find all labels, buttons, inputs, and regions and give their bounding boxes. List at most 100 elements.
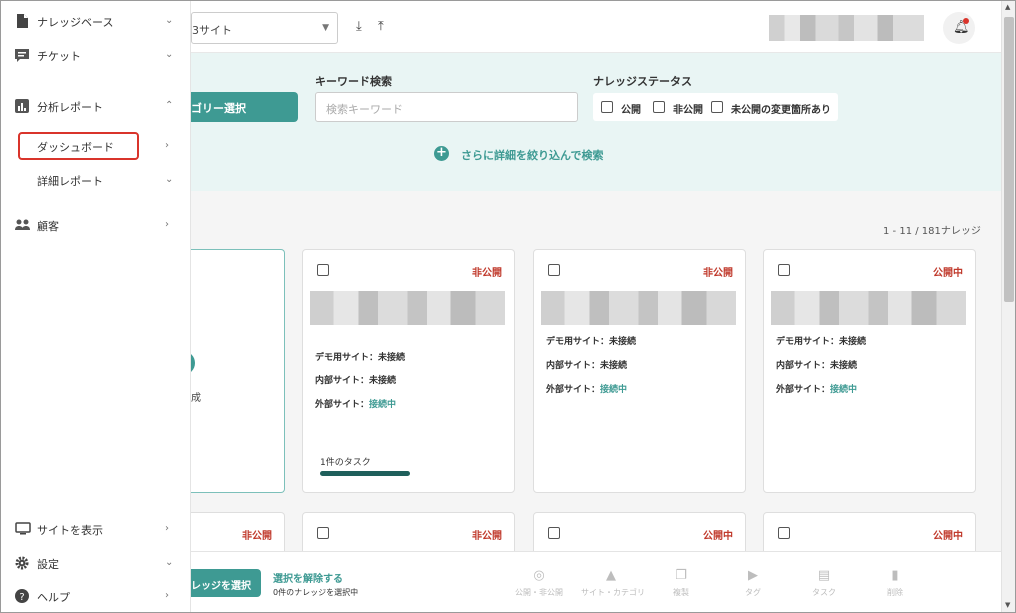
chevron-right-icon: › xyxy=(165,523,169,534)
vertical-scrollbar[interactable]: ▲ ▼ xyxy=(1001,1,1015,612)
sidebar-item-detail-report[interactable]: 詳細レポート ⌄ xyxy=(1,165,191,195)
app-window: 3サイト ▼ ⤓ ⤒ 🔔︎ ゴリー選択 キーワード検索 検索キーワード ナレッジ… xyxy=(0,0,1016,613)
download-icon[interactable]: ⤓ xyxy=(356,19,362,34)
sidebar-menu: ナレッジベース ⌄ チケット ⌄ 分析レポート ⌃ ダッシュボード › 詳細レポ… xyxy=(1,1,191,612)
sidebar-item-settings[interactable]: 設定 ⌄ xyxy=(1,548,191,578)
status-public-label: 公開 xyxy=(621,105,641,116)
delete-action[interactable]: ▮ 削除 xyxy=(865,568,925,598)
select-knowledge-button[interactable]: レッジを選択 xyxy=(191,569,261,597)
card-checkbox[interactable] xyxy=(778,264,790,276)
action-label: サイト・カテゴリ xyxy=(581,588,645,597)
ticket-icon xyxy=(15,48,29,62)
status-badge: 非公開 xyxy=(472,268,502,279)
keyword-label: キーワード検索 xyxy=(315,75,392,88)
help-icon: ? xyxy=(15,589,29,603)
sidebar-item-label: 顧客 xyxy=(37,220,59,233)
status-badge: 公開中 xyxy=(703,531,733,542)
svg-text:?: ? xyxy=(19,592,24,603)
external-site-prefix: 外部サイト： xyxy=(776,385,831,395)
action-label: 公開・非公開 xyxy=(515,588,563,597)
knowledge-card[interactable]: 非公開 デモ用サイト：未接続 内部サイト：未接続 外部サイト：接続中 xyxy=(533,249,746,493)
status-badge: 公開中 xyxy=(933,268,963,279)
card-checkbox[interactable] xyxy=(317,264,329,276)
internal-site-status: 内部サイト：未接続 xyxy=(546,361,628,371)
sidebar-item-customers[interactable]: 顧客 › xyxy=(1,210,191,240)
publish-toggle-action[interactable]: ◎ 公開・非公開 xyxy=(509,568,569,598)
keyword-search-input[interactable]: 検索キーワード xyxy=(315,92,578,122)
card-checkbox[interactable] xyxy=(548,264,560,276)
selected-count: 0件のナレッジを選択中 xyxy=(273,588,359,597)
scroll-up-icon[interactable]: ▲ xyxy=(1005,3,1010,11)
chevron-right-icon: › xyxy=(165,219,169,230)
select-knowledge-label: レッジを選択 xyxy=(191,581,251,592)
sidebar-item-label: ナレッジベース xyxy=(37,16,114,29)
new-knowledge-label: 成 xyxy=(191,393,201,404)
card-title-blurred xyxy=(541,291,736,325)
keyword-placeholder: 検索キーワード xyxy=(326,103,403,116)
chevron-right-icon: › xyxy=(165,140,169,151)
internal-site-status: 内部サイト：未接続 xyxy=(776,361,858,371)
sidebar-item-help[interactable]: ? ヘルプ › xyxy=(1,581,191,611)
site-select[interactable]: 3サイト ▼ xyxy=(191,12,338,44)
card-checkbox[interactable] xyxy=(778,527,790,539)
document-icon xyxy=(15,14,29,28)
external-site-status: 外部サイト：接続中 xyxy=(776,382,857,395)
sidebar-item-knowledge-base[interactable]: ナレッジベース ⌄ xyxy=(1,6,191,36)
status-checkbox-group: 公開 非公開 未公開の変更箇所あり xyxy=(593,93,838,121)
chevron-down-icon: ⌄ xyxy=(165,557,174,568)
sidebar-item-analytics[interactable]: 分析レポート ⌃ xyxy=(1,91,191,121)
status-public-checkbox[interactable] xyxy=(601,101,613,113)
copy-icon: ❐ xyxy=(675,568,687,583)
status-private-checkbox[interactable] xyxy=(653,101,665,113)
demo-site-status: デモ用サイト：未接続 xyxy=(315,353,406,363)
status-unpublished-changes-checkbox[interactable] xyxy=(711,101,723,113)
sidebar-item-label: 分析レポート xyxy=(37,101,103,114)
chart-icon xyxy=(15,99,29,113)
status-label: ナレッジステータス xyxy=(593,75,692,88)
globe-icon: ◎ xyxy=(533,568,545,583)
top-bar: 3サイト ▼ ⤓ ⤒ 🔔︎ xyxy=(191,1,1001,53)
category-select-label: ゴリー選択 xyxy=(191,102,246,115)
tag-action[interactable]: ▶ タグ xyxy=(723,568,783,598)
sidebar-item-view-site[interactable]: サイトを表示 › xyxy=(1,514,191,544)
notification-dot xyxy=(963,18,969,24)
demo-site-status: デモ用サイト：未接続 xyxy=(776,337,867,347)
external-site-state: 接続中 xyxy=(369,400,397,410)
scroll-down-icon[interactable]: ▼ xyxy=(1005,601,1010,609)
chevron-down-icon: ▼ xyxy=(322,23,329,33)
result-count: 1 - 11 / 181ナレッジ xyxy=(883,226,981,237)
knowledge-card[interactable]: 公開中 デモ用サイト：未接続 内部サイト：未接続 外部サイト：接続中 xyxy=(763,249,976,493)
card-checkbox[interactable] xyxy=(317,527,329,539)
external-site-state: 接続中 xyxy=(600,385,628,395)
duplicate-action[interactable]: ❐ 複製 xyxy=(651,568,711,598)
card-checkbox[interactable] xyxy=(548,527,560,539)
task-icon: ▤ xyxy=(817,568,831,583)
bulk-action-bar: レッジを選択 選択を解除する 0件のナレッジを選択中 ◎ 公開・非公開 ▲ サイト・… xyxy=(191,551,1001,612)
gear-icon xyxy=(15,556,29,570)
user-info-blurred[interactable] xyxy=(769,15,924,41)
chevron-down-icon: ⌄ xyxy=(165,15,174,26)
task-count: 1件のタスク xyxy=(320,458,371,468)
task-progress-bar xyxy=(320,471,410,476)
upload-icon[interactable]: ⤒ xyxy=(378,19,384,34)
monitor-icon xyxy=(15,522,31,536)
card-title-blurred xyxy=(310,291,505,325)
site-category-action[interactable]: ▲ サイト・カテゴリ xyxy=(581,568,645,598)
new-knowledge-card[interactable]: 成 xyxy=(179,249,285,493)
knowledge-card[interactable]: 非公開 デモ用サイト：未接続 内部サイト：未接続 外部サイト：接続中 1件のタス… xyxy=(302,249,515,493)
plus-circle-icon: + xyxy=(434,146,449,161)
scrollbar-thumb[interactable] xyxy=(1004,17,1014,302)
task-action[interactable]: ▤ タスク xyxy=(794,568,854,598)
sidebar-item-tickets[interactable]: チケット ⌄ xyxy=(1,40,191,70)
status-badge: 公開中 xyxy=(933,531,963,542)
tag-icon: ▶ xyxy=(748,568,758,583)
unselect-link[interactable]: 選択を解除する xyxy=(273,570,343,585)
sidebar-item-label: サイトを表示 xyxy=(37,524,103,537)
notification-button[interactable]: 🔔︎ xyxy=(943,12,975,44)
status-unpublished-changes-label: 未公開の変更箇所あり xyxy=(731,105,831,116)
external-site-state: 接続中 xyxy=(830,385,858,395)
more-filter-label: さらに詳細を絞り込んで検索 xyxy=(461,149,604,162)
category-select-button[interactable]: ゴリー選択 xyxy=(191,92,298,122)
action-label: タグ xyxy=(745,588,761,597)
action-label: 複製 xyxy=(673,588,689,597)
